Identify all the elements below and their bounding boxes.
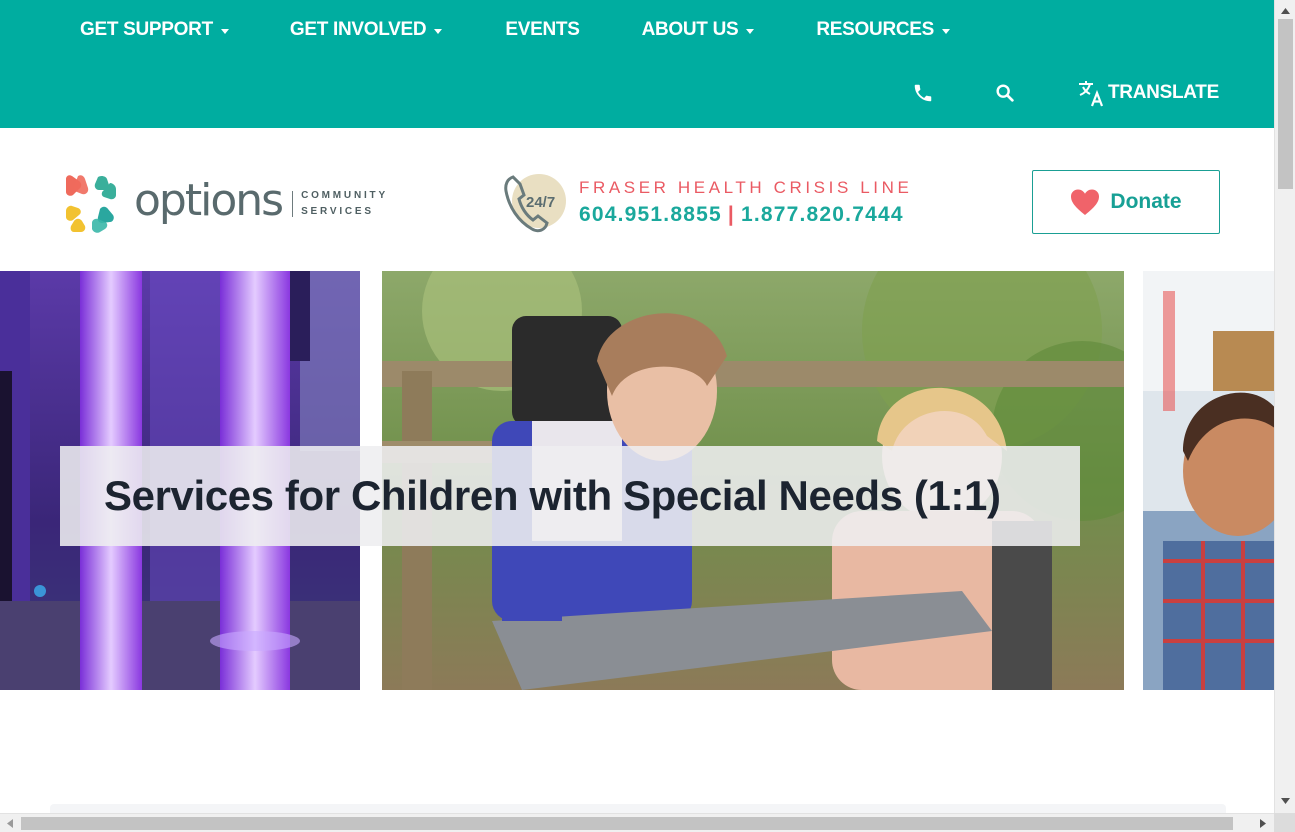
nav-item-about-us[interactable]: ABOUT US	[642, 19, 755, 41]
page-viewport: GET SUPPORT GET INVOLVED EVENTS ABOUT US…	[0, 0, 1274, 813]
caret-down-icon	[746, 28, 755, 34]
horizontal-scroll-thumb[interactable]	[21, 817, 1233, 830]
crisis-line-title: FRASER HEALTH CRISIS LINE	[579, 177, 913, 197]
scroll-up-button[interactable]	[1275, 2, 1295, 19]
main-menu: GET SUPPORT GET INVOLVED EVENTS ABOUT US…	[80, 19, 951, 41]
nav-item-label: GET SUPPORT	[80, 19, 213, 40]
hero-title: Services for Children with Special Needs…	[104, 472, 1001, 519]
vertical-scroll-thumb[interactable]	[1278, 19, 1293, 189]
scroll-left-arrow-icon	[7, 818, 13, 828]
scroll-down-arrow-icon	[1280, 797, 1290, 804]
caret-down-icon	[434, 28, 443, 34]
translate-icon	[1079, 81, 1104, 107]
crisis-line: 24/7 FRASER HEALTH CRISIS LINE 604.951.8…	[503, 171, 912, 235]
scroll-up-arrow-icon	[1280, 7, 1290, 14]
phone-button[interactable]	[912, 78, 934, 108]
logo-subtitle-line2: SERVICES	[301, 206, 374, 217]
search-icon	[996, 84, 1014, 102]
logo-subtitle-line1: COMMUNITY	[301, 190, 388, 201]
caret-down-icon	[220, 28, 229, 34]
horizontal-scrollbar[interactable]	[0, 813, 1274, 832]
donate-label: Donate	[1110, 190, 1182, 213]
crisis-badge: 24/7	[526, 194, 555, 211]
translate-button[interactable]: TRANSLATE	[1077, 78, 1219, 108]
scroll-right-arrow-icon	[1260, 818, 1266, 828]
phone-icon	[914, 84, 932, 102]
scrollbar-corner	[1274, 813, 1295, 832]
hero-banner: Services for Children with Special Needs…	[0, 271, 1274, 690]
nav-item-get-involved[interactable]: GET INVOLVED	[289, 19, 443, 41]
phone-24-7-icon: 24/7	[504, 174, 566, 233]
crisis-phone-local[interactable]: 604.951.8855	[579, 203, 722, 226]
translate-label: TRANSLATE	[1108, 82, 1219, 103]
logo-divider	[292, 191, 294, 217]
crisis-phone-separator: |	[727, 202, 735, 226]
nav-item-events[interactable]: EVENTS	[505, 19, 580, 41]
scroll-left-button[interactable]	[1, 814, 19, 832]
logo-subtitle: COMMUNITY SERVICES	[301, 188, 388, 220]
donate-button[interactable]: Donate	[1032, 170, 1220, 234]
nav-item-label: GET INVOLVED	[289, 19, 427, 40]
nav-item-label: RESOURCES	[816, 19, 935, 40]
nav-item-resources[interactable]: RESOURCES	[816, 19, 951, 41]
scroll-right-button[interactable]	[1254, 814, 1272, 832]
hero-caption-box: Services for Children with Special Needs…	[60, 446, 1080, 546]
nav-item-label: EVENTS	[505, 19, 580, 40]
site-logo[interactable]: options COMMUNITY SERVICES	[62, 172, 422, 236]
smiling-boy-illustration	[1143, 271, 1274, 690]
crisis-phone-tollfree[interactable]: 1.877.820.7444	[741, 203, 904, 226]
vertical-scrollbar[interactable]	[1274, 0, 1295, 813]
nav-item-label: ABOUT US	[641, 19, 739, 40]
heart-icon	[1071, 189, 1100, 215]
hero-photo-smiling-boy	[1143, 271, 1274, 690]
options-logo-mark-icon	[66, 175, 116, 233]
content-card-top	[50, 804, 1226, 813]
top-navigation-bar: GET SUPPORT GET INVOLVED EVENTS ABOUT US…	[0, 0, 1274, 128]
search-button[interactable]	[994, 78, 1016, 108]
scroll-down-button[interactable]	[1275, 792, 1295, 809]
logo-wordmark: options	[134, 175, 284, 226]
nav-item-get-support[interactable]: GET SUPPORT	[80, 19, 229, 41]
caret-down-icon	[942, 28, 951, 34]
